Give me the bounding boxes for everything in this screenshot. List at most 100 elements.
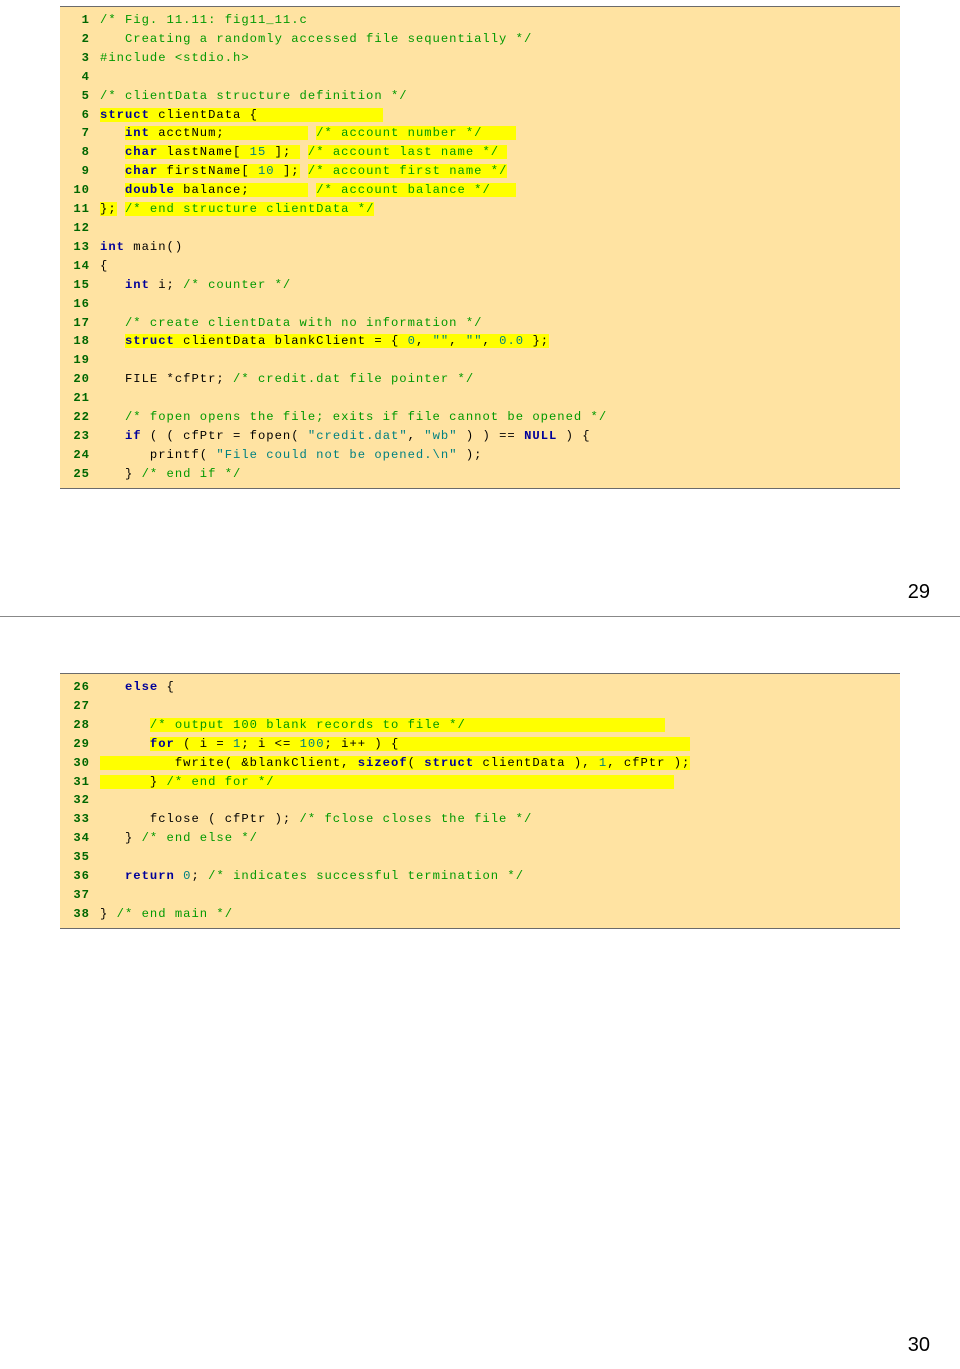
code-line: 6struct clientData { <box>60 106 900 125</box>
code-token: ]; <box>266 145 299 159</box>
code-token: acctNum; <box>150 126 308 140</box>
code-content: fwrite( &blankClient, sizeof( struct cli… <box>100 754 900 773</box>
code-token: printf( <box>100 448 216 462</box>
code-block-2: 26 else { 27 28 /* output 100 blank reco… <box>60 673 900 929</box>
code-token: ) { <box>557 429 590 443</box>
code-content: char firstName[ 10 ]; /* account first n… <box>100 162 900 181</box>
code-token <box>175 869 183 883</box>
code-token <box>300 164 308 178</box>
line-number: 27 <box>60 697 100 716</box>
code-token: sizeof <box>358 756 408 770</box>
code-token: /* account balance */ <box>316 183 516 197</box>
code-content: } /* end else */ <box>100 829 900 848</box>
code-content: } /* end main */ <box>100 905 900 924</box>
slide-1: 1/* Fig. 11.11: fig11_11.c 2 Creating a r… <box>0 6 960 616</box>
code-token <box>100 126 125 140</box>
line-number: 35 <box>60 848 100 867</box>
code-token: ; i <= <box>241 737 299 751</box>
code-line: 27 <box>60 697 900 716</box>
code-token <box>100 145 125 159</box>
code-token: ); <box>458 448 483 462</box>
code-token: 100 <box>300 737 325 751</box>
code-content: /* fopen opens the file; exits if file c… <box>100 408 900 427</box>
code-line: 2 Creating a randomly accessed file sequ… <box>60 30 900 49</box>
code-token: struct <box>125 334 175 348</box>
code-content: double balance; /* account balance */ <box>100 181 900 200</box>
code-token: firstName[ <box>158 164 258 178</box>
code-token: 10 <box>258 164 275 178</box>
code-token: clientData { <box>150 108 383 122</box>
code-token <box>117 202 125 216</box>
code-content: }; /* end structure clientData */ <box>100 200 900 219</box>
code-token <box>100 278 125 292</box>
code-line: 35 <box>60 848 900 867</box>
code-token: ]; <box>275 164 300 178</box>
code-token: 1 <box>599 756 607 770</box>
code-token: "" <box>433 334 450 348</box>
code-token: "wb" <box>424 429 457 443</box>
code-content: } /* end for */ <box>100 773 900 792</box>
code-line: 29 for ( i = 1; i <= 100; i++ ) { <box>60 735 900 754</box>
code-token: double <box>125 183 175 197</box>
line-number: 13 <box>60 238 100 257</box>
line-number: 17 <box>60 314 100 333</box>
code-line: 12 <box>60 219 900 238</box>
code-token: int <box>100 240 125 254</box>
line-number: 6 <box>60 106 100 125</box>
line-number: 29 <box>60 735 100 754</box>
code-token: /* account last name */ <box>308 145 508 159</box>
code-line: 4 <box>60 68 900 87</box>
code-content: for ( i = 1; i <= 100; i++ ) { <box>100 735 900 754</box>
code-token: fwrite( &blankClient, <box>100 756 358 770</box>
line-number: 14 <box>60 257 100 276</box>
code-token <box>100 699 108 713</box>
code-line: 38} /* end main */ <box>60 905 900 924</box>
code-line: 23 if ( ( cfPtr = fopen( "credit.dat", "… <box>60 427 900 446</box>
code-line: 31 } /* end for */ <box>60 773 900 792</box>
code-content: } /* end if */ <box>100 465 900 484</box>
code-token: ; <box>192 869 209 883</box>
line-number: 37 <box>60 886 100 905</box>
code-line: 36 return 0; /* indicates successful ter… <box>60 867 900 886</box>
code-content: char lastName[ 15 ]; /* account last nam… <box>100 143 900 162</box>
code-content: struct clientData blankClient = { 0, "",… <box>100 332 900 351</box>
code-token <box>100 718 150 732</box>
code-token: } <box>100 775 167 789</box>
code-token: if <box>125 429 142 443</box>
code-content <box>100 351 900 370</box>
code-token <box>100 737 150 751</box>
code-token: { <box>100 259 108 273</box>
line-number: 28 <box>60 716 100 735</box>
code-line: 20 FILE *cfPtr; /* credit.dat file point… <box>60 370 900 389</box>
line-number: 32 <box>60 791 100 810</box>
code-content: return 0; /* indicates successful termin… <box>100 867 900 886</box>
line-number: 21 <box>60 389 100 408</box>
code-token: ) ) == <box>458 429 525 443</box>
code-token: }; <box>524 334 549 348</box>
code-token: char <box>125 164 158 178</box>
code-token: /* Fig. 11.11: fig11_11.c <box>100 13 308 27</box>
code-line: 8 char lastName[ 15 ]; /* account last n… <box>60 143 900 162</box>
code-token: ( <box>408 756 425 770</box>
code-token: /* indicates successful termination */ <box>208 869 524 883</box>
code-token: int <box>125 126 150 140</box>
code-token: struct <box>424 756 474 770</box>
code-line: 32 <box>60 791 900 810</box>
code-line: 21 <box>60 389 900 408</box>
code-content: Creating a randomly accessed file sequen… <box>100 30 900 49</box>
code-token <box>383 108 549 122</box>
code-token <box>100 680 125 694</box>
code-content: FILE *cfPtr; /* credit.dat file pointer … <box>100 370 900 389</box>
code-token: /* end structure clientData */ <box>125 202 374 216</box>
code-content: /* Fig. 11.11: fig11_11.c <box>100 11 900 30</box>
line-number: 9 <box>60 162 100 181</box>
code-token: /* credit.dat file pointer */ <box>233 372 474 386</box>
code-token: FILE *cfPtr; <box>100 372 233 386</box>
code-token: "File could not be opened.\n" <box>216 448 457 462</box>
code-block-1: 1/* Fig. 11.11: fig11_11.c 2 Creating a r… <box>60 6 900 489</box>
line-number: 1 <box>60 11 100 30</box>
line-number: 16 <box>60 295 100 314</box>
code-line: 13int main() <box>60 238 900 257</box>
line-number: 7 <box>60 124 100 143</box>
slide-2: 26 else { 27 28 /* output 100 blank reco… <box>0 617 960 1369</box>
